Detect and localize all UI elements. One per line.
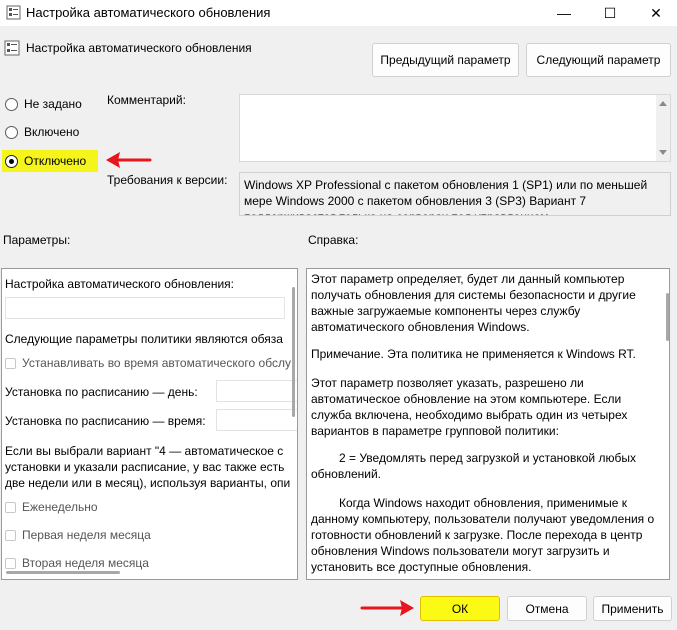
help-paragraph-2: Примечание. Эта политика не применяется … (311, 347, 636, 361)
radio-not-configured-circle[interactable] (5, 97, 18, 111)
radio-disabled-label: Отключено (24, 154, 87, 168)
comment-scrollbar[interactable] (656, 95, 670, 161)
cancel-button[interactable]: Отмена (507, 596, 587, 621)
second-week-label: Вторая неделя месяца (22, 556, 149, 570)
params-title-line: Настройка автоматического обновления: (5, 277, 234, 291)
scroll-up-icon[interactable] (659, 101, 667, 106)
params-required-line: Следующие параметры политики являются об… (5, 332, 283, 346)
scroll-down-icon[interactable] (659, 150, 667, 155)
radio-enabled-circle[interactable] (5, 125, 18, 139)
policy-title: Настройка автоматического обновления (26, 41, 252, 55)
ok-button[interactable]: ОК (420, 596, 500, 621)
help-paragraph-4: 2 = Уведомлять перед загрузкой и установ… (311, 451, 636, 481)
window-title: Настройка автоматического обновления (26, 5, 271, 20)
red-arrow-icon (106, 152, 152, 168)
radio-not-configured[interactable]: Не задано (5, 95, 82, 113)
update-mode-dropdown[interactable] (5, 297, 285, 319)
requirements-scrollbar[interactable] (656, 173, 670, 215)
policy-settings-icon (6, 5, 21, 20)
radio-disabled[interactable]: Отключено (5, 152, 86, 170)
radio-enabled[interactable]: Включено (5, 123, 79, 141)
requirements-box: Windows XP Professional с пакетом обновл… (239, 172, 671, 216)
help-panel: Этот параметр определяет, будет ли данны… (306, 268, 670, 580)
second-week-checkbox[interactable] (5, 558, 16, 569)
params-note-line-1: Если вы выбрали вариант "4 — автоматичес… (5, 444, 284, 458)
params-vertical-scrollbar[interactable] (292, 287, 295, 417)
params-note-line-2: установки и указали расписание, у вас та… (5, 460, 285, 474)
comment-textarea[interactable] (239, 94, 671, 162)
weekly-checkbox[interactable] (5, 502, 16, 513)
params-horizontal-scrollbar[interactable] (6, 571, 120, 574)
red-arrow-ok-icon (360, 600, 414, 616)
next-setting-button[interactable]: Следующий параметр (526, 43, 671, 77)
params-panel[interactable]: Настройка автоматического обновления: Сл… (1, 268, 298, 580)
first-week-checkbox[interactable] (5, 530, 16, 541)
policy-icon (4, 40, 20, 56)
schedule-time-dropdown[interactable] (216, 409, 297, 431)
help-paragraph-5: Когда Windows находит обновления, примен… (311, 496, 655, 574)
schedule-day-dropdown[interactable] (216, 380, 297, 402)
schedule-day-label: Установка по расписанию — день: (5, 385, 198, 399)
apply-button[interactable]: Применить (593, 596, 672, 621)
previous-setting-button[interactable]: Предыдущий параметр (372, 43, 519, 77)
install-during-maintenance-label: Устанавливать во время автоматического о… (22, 356, 291, 370)
radio-disabled-circle[interactable] (5, 154, 18, 168)
radio-enabled-label: Включено (24, 125, 80, 139)
install-during-maintenance-checkbox[interactable] (5, 358, 16, 369)
requirements-text: Windows XP Professional с пакетом обновл… (244, 178, 648, 215)
maximize-button[interactable]: ☐ (587, 0, 633, 26)
help-heading: Справка: (308, 233, 359, 247)
minimize-button[interactable]: — (541, 0, 587, 26)
radio-not-configured-label: Не задано (24, 97, 82, 111)
help-vertical-scrollbar[interactable] (666, 293, 669, 341)
close-button[interactable]: ✕ (633, 0, 677, 26)
help-paragraph-1: Этот параметр определяет, будет ли данны… (311, 272, 636, 334)
params-note-line-3: две недели или в месяц), используя вариа… (5, 476, 291, 490)
weekly-label: Еженедельно (22, 500, 98, 514)
first-week-label: Первая неделя месяца (22, 528, 151, 542)
comment-label: Комментарий: (107, 93, 186, 107)
help-paragraph-3: Этот параметр позволяет указать, разреше… (311, 376, 628, 438)
params-heading: Параметры: (3, 233, 71, 247)
schedule-time-label: Установка по расписанию — время: (5, 414, 206, 428)
requirements-label: Требования к версии: (107, 173, 228, 187)
